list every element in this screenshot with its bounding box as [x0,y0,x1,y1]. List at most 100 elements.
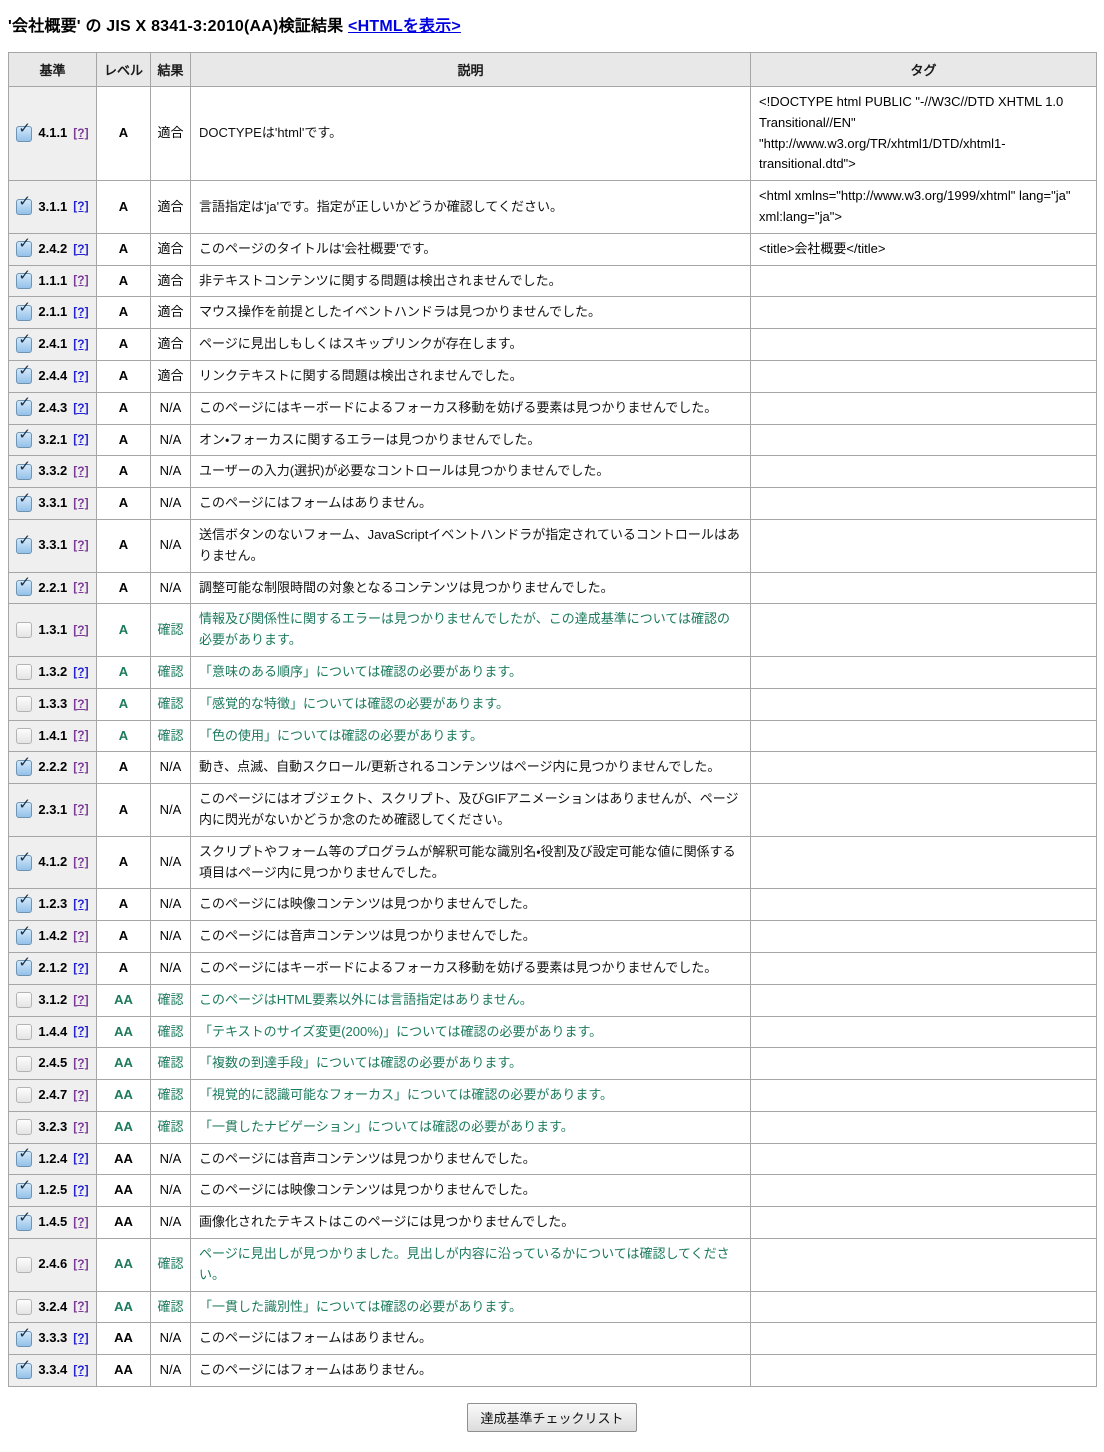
criterion-checkbox[interactable]: ✓ [16,337,32,353]
criterion-checkbox[interactable]: ✓ [16,241,32,257]
tag-cell [751,572,1097,604]
description-cell: 「意味のある順序」については確認の必要があります。 [191,656,751,688]
criterion-number: 4.1.2 [38,852,67,873]
help-link[interactable]: [?] [73,1329,88,1348]
help-link[interactable]: [?] [73,1255,88,1274]
criterion-number: 2.4.4 [38,366,67,387]
criterion-checkbox[interactable]: ✓ [16,1363,32,1379]
criterion-checkbox[interactable] [16,1119,32,1135]
level-cell: A [97,392,151,424]
criterion-checkbox[interactable] [16,696,32,712]
level-cell: A [97,181,151,234]
level-cell: AA [97,1175,151,1207]
help-link[interactable]: [?] [73,726,88,745]
criterion-checkbox[interactable]: ✓ [16,897,32,913]
criterion-checkbox[interactable] [16,728,32,744]
level-cell: A [97,233,151,265]
help-link[interactable]: [?] [73,695,88,714]
help-link[interactable]: [?] [73,399,88,418]
help-link[interactable]: [?] [73,959,88,978]
criterion-number: 1.4.2 [38,926,67,947]
description-cell: 調整可能な制限時間の対象となるコンテンツは見つかりませんでした。 [191,572,751,604]
criterion-checkbox[interactable]: ✓ [16,1151,32,1167]
criterion-number: 3.3.3 [38,1328,67,1349]
help-link[interactable]: [?] [73,240,88,259]
help-link[interactable]: [?] [73,1086,88,1105]
help-link[interactable]: [?] [73,1361,88,1380]
criterion-checkbox[interactable] [16,1024,32,1040]
help-link[interactable]: [?] [73,758,88,777]
help-link[interactable]: [?] [73,800,88,819]
help-link[interactable]: [?] [73,1213,88,1232]
criterion-checkbox[interactable]: ✓ [16,305,32,321]
result-cell: N/A [151,1143,191,1175]
help-link[interactable]: [?] [73,303,88,322]
description-cell: 「一貫したナビゲーション」については確認の必要があります。 [191,1111,751,1143]
tag-cell [751,1323,1097,1355]
level-cell: AA [97,1080,151,1112]
help-link[interactable]: [?] [73,853,88,872]
criterion-checkbox[interactable]: ✓ [16,929,32,945]
help-link[interactable]: [?] [73,124,88,143]
column-header-result: 結果 [151,53,191,87]
tag-cell [751,1175,1097,1207]
criterion-checkbox[interactable]: ✓ [16,580,32,596]
criterion-checkbox[interactable] [16,664,32,680]
criterion-checkbox[interactable]: ✓ [16,199,32,215]
help-link[interactable]: [?] [73,335,88,354]
criterion-checkbox[interactable]: ✓ [16,496,32,512]
criterion-checkbox[interactable]: ✓ [16,400,32,416]
criterion-checkbox[interactable]: ✓ [16,1331,32,1347]
check-icon: ✓ [18,850,31,865]
check-icon: ✓ [18,1178,31,1193]
help-link[interactable]: [?] [73,1022,88,1041]
criterion-checkbox[interactable]: ✓ [16,538,32,554]
criterion-checkbox[interactable]: ✓ [16,368,32,384]
help-link[interactable]: [?] [73,578,88,597]
criterion-checkbox[interactable]: ✓ [16,126,32,142]
help-link[interactable]: [?] [73,991,88,1010]
criterion-checkbox[interactable]: ✓ [16,432,32,448]
help-link[interactable]: [?] [73,663,88,682]
criterion-checkbox[interactable]: ✓ [16,760,32,776]
criterion-checkbox[interactable] [16,992,32,1008]
check-icon: ✓ [18,332,31,347]
help-link[interactable]: [?] [73,895,88,914]
html-view-link[interactable]: <HTMLを表示> [348,18,461,35]
help-link[interactable]: [?] [73,271,88,290]
help-link[interactable]: [?] [73,494,88,513]
criterion-checkbox[interactable] [16,1056,32,1072]
help-link[interactable]: [?] [73,927,88,946]
help-link[interactable]: [?] [73,1149,88,1168]
description-cell: 「感覚的な特徴」については確認の必要があります。 [191,688,751,720]
help-link[interactable]: [?] [73,1054,88,1073]
criterion-checkbox[interactable]: ✓ [16,855,32,871]
criterion-checkbox[interactable]: ✓ [16,464,32,480]
help-link[interactable]: [?] [73,430,88,449]
help-link[interactable]: [?] [73,1118,88,1137]
criterion-checkbox[interactable]: ✓ [16,1215,32,1231]
criterion-checkbox[interactable] [16,1257,32,1273]
description-cell: このページにはキーボードによるフォーカス移動を妨げる要素は見つかりませんでした。 [191,952,751,984]
help-link[interactable]: [?] [73,197,88,216]
criterion-checkbox[interactable] [16,1087,32,1103]
help-link[interactable]: [?] [73,621,88,640]
help-link[interactable]: [?] [73,1181,88,1200]
criterion-checkbox[interactable]: ✓ [16,273,32,289]
criterion-checkbox[interactable]: ✓ [16,960,32,976]
table-row: ✓ 2.4.2 [?] A 適合 このページのタイトルは'会社概要'です。 <t… [9,233,1097,265]
help-link[interactable]: [?] [73,367,88,386]
result-cell: N/A [151,889,191,921]
tag-cell [751,604,1097,657]
criterion-checkbox[interactable]: ✓ [16,802,32,818]
help-link[interactable]: [?] [73,536,88,555]
checklist-button[interactable]: 達成基準チェックリスト [467,1403,636,1432]
criterion-number: 2.4.3 [38,398,67,419]
check-icon: ✓ [18,459,31,474]
help-link[interactable]: [?] [73,462,88,481]
criterion-checkbox[interactable] [16,1299,32,1315]
result-cell: N/A [151,752,191,784]
help-link[interactable]: [?] [73,1297,88,1316]
criterion-checkbox[interactable] [16,622,32,638]
criterion-checkbox[interactable]: ✓ [16,1183,32,1199]
